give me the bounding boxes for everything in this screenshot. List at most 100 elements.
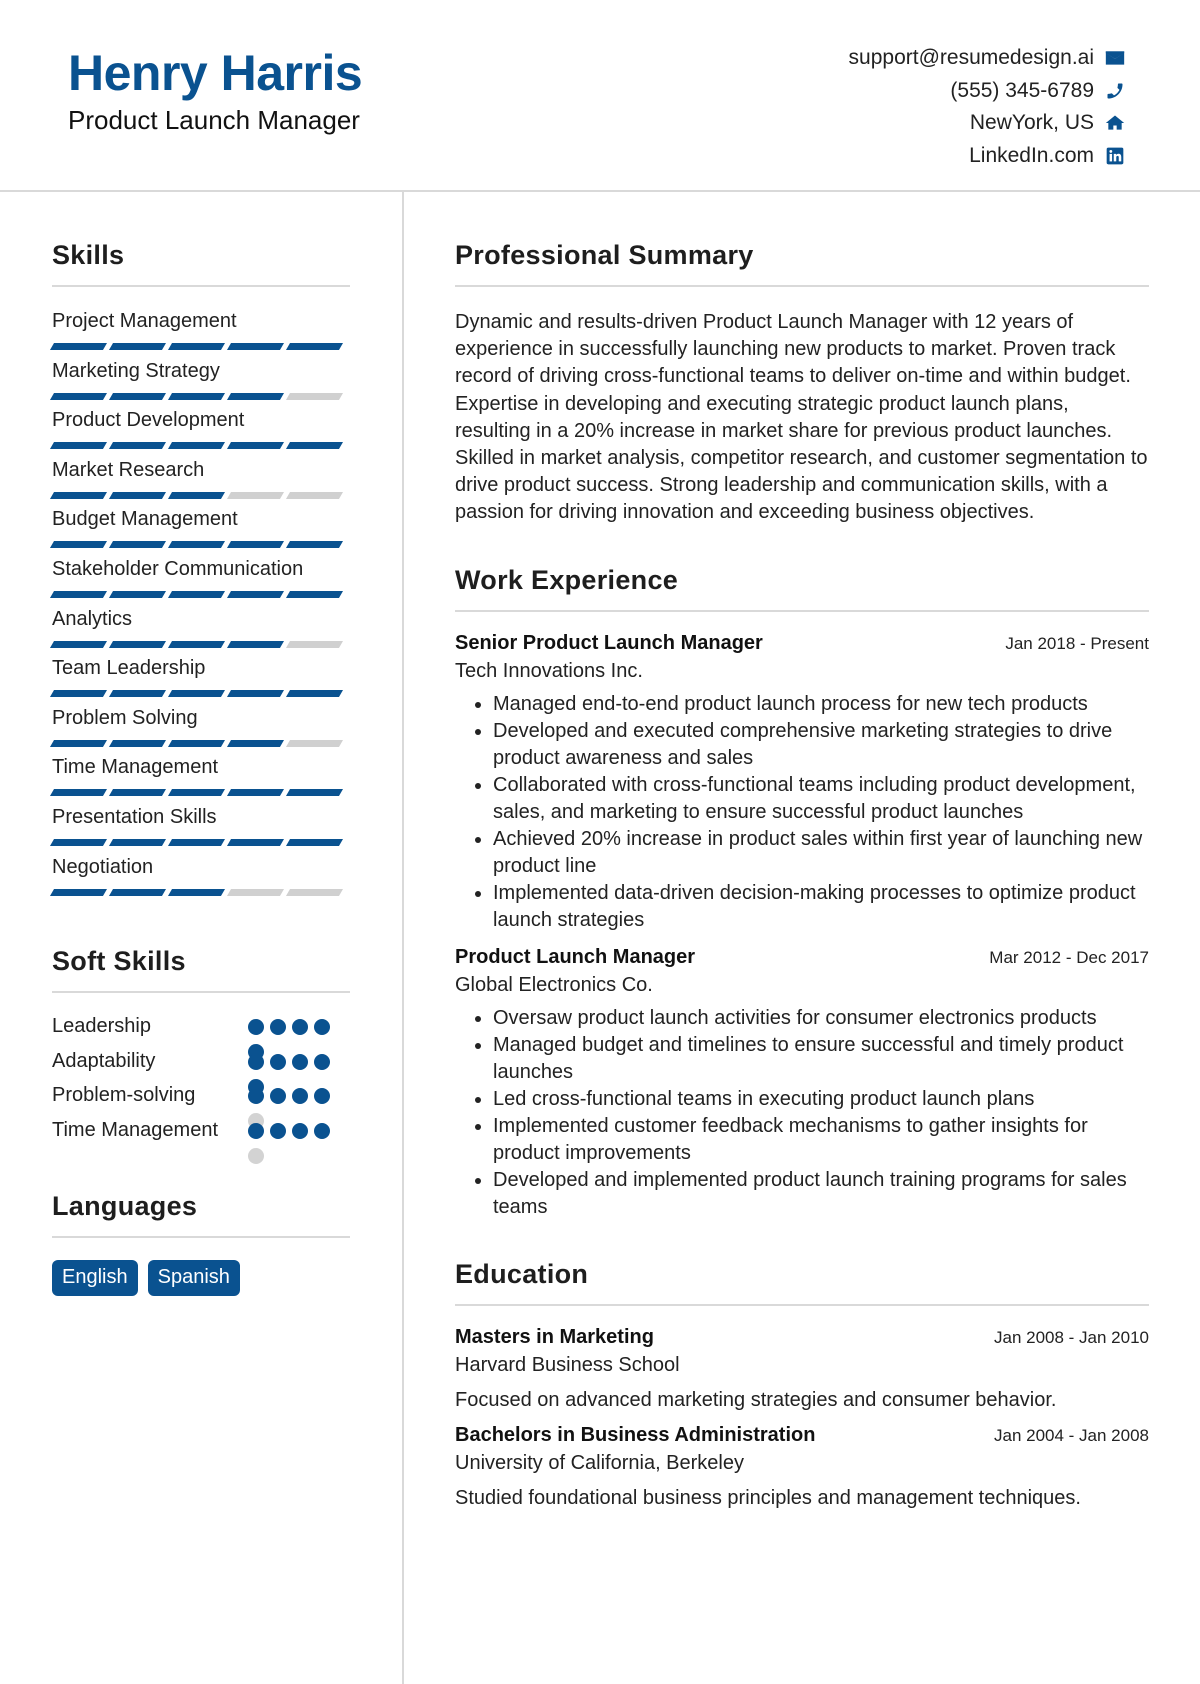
contact-phone-text[interactable]: (555) 345-6789 [950,79,1094,103]
job-entry: Product Launch Manager Mar 2012 - Dec 201… [455,946,1149,1221]
company-name: Tech Innovations Inc. [455,659,643,682]
contact-phone[interactable]: (555) 345-6789 [849,75,1126,108]
summary-heading: Professional Summary [455,240,754,270]
skill-label: Stakeholder Communication [52,557,304,580]
level-segment-filled [226,343,285,350]
rating-dot-empty [248,1147,264,1164]
education-list: Masters in Marketing Jan 2008 - Jan 2010 H… [455,1326,1149,1510]
experience-heading: Work Experience [455,564,679,595]
resume-header: Henry Harris Product Launch Manager supp… [0,0,1200,192]
level-segment-empty [285,491,344,499]
level-segment-filled [285,343,344,350]
level-segment-filled [49,888,108,896]
rating-dot-filled [270,1053,286,1070]
level-segment-filled [49,392,108,400]
skill-level-bar [49,690,350,698]
soft-skill-label: Problem-solving [52,1084,196,1107]
level-segment-filled [49,491,108,499]
skill-item: Team Leadership [49,656,350,706]
job-list: Senior Product Launch Manager Jan 2018 - … [455,632,1149,1221]
soft-skill-item: Adaptability [52,1048,350,1095]
skill-label: Project Management [52,310,237,332]
level-segment-filled [108,541,167,549]
rating-dot-filled [248,1122,264,1139]
rating-dot-filled [292,1053,308,1070]
job-date: Mar 2012 - Dec 2017 [989,947,1149,967]
job-bullet: Developed and implemented product launch… [493,1167,1149,1221]
level-segment-filled [285,590,344,598]
level-segment-filled [226,690,285,698]
level-segment-filled [108,343,167,350]
level-segment-filled [226,739,285,747]
level-segment-filled [285,690,344,698]
experience-section: Work Experience Senior Product Launch Ma… [455,565,1149,1221]
job-bullet: Achieved 20% increase in product sales w… [493,826,1149,880]
level-segment-filled [226,640,285,648]
job-header: Senior Product Launch Manager Jan 2018 - … [455,632,1149,655]
skill-label: Product Development [52,409,245,432]
section-divider [52,991,350,994]
section-divider [455,285,1149,287]
level-segment-filled [108,392,167,400]
job-bullets: Managed end-to-end product launch proces… [455,691,1149,934]
job-title: Product Launch Manager [455,945,696,968]
level-segment-filled [167,640,226,648]
rating-dot-filled [292,1088,308,1105]
language-list: English Spanish [52,1260,350,1297]
linkedin-icon [1104,145,1126,167]
section-divider [455,609,1149,612]
soft-skill-item: Leadership [52,1013,350,1061]
education-section: Education Masters in Marketing Jan 2008 -… [455,1259,1149,1510]
level-segment-empty [285,392,344,400]
level-segment-filled [167,541,226,549]
soft-skills-section: Soft Skills Leadership Adaptability Proble… [52,946,350,1164]
skill-level-bar [49,491,350,499]
level-segment-filled [167,392,226,400]
rating-dot-filled [292,1122,308,1139]
level-segment-filled [167,888,226,896]
level-segment-filled [108,442,167,450]
skill-item: Problem Solving [49,706,350,756]
skill-item: Budget Management [49,507,350,557]
skill-item: Negotiation [49,855,350,905]
contact-email[interactable]: support@resumedesign.ai [849,42,1126,75]
skill-level-bar [49,640,350,648]
soft-skill-item: Time Management [52,1117,350,1164]
contact-email-text[interactable]: support@resumedesign.ai [849,46,1094,70]
section-divider [52,1236,350,1239]
phone-icon [1104,80,1126,102]
school-name: Harvard Business School [455,1353,680,1376]
job-bullet: Oversaw product launch activities for co… [493,1005,1149,1032]
level-segment-filled [285,838,344,846]
skill-level-bar [49,541,350,549]
level-segment-empty [226,888,285,896]
contact-linkedin[interactable]: LinkedIn.com [849,140,1126,173]
level-segment-filled [167,343,226,350]
soft-skill-label: Time Management [52,1118,218,1141]
skill-item: Product Development [49,408,350,458]
rating-dot-filled [314,1122,330,1139]
rating-dot-filled [248,1088,264,1105]
language-pill: Spanish [147,1260,240,1297]
level-segment-filled [167,442,226,450]
job-title: Senior Product Launch Manager [455,631,763,654]
rating-dot-filled [270,1088,286,1105]
rating-dot-filled [314,1053,330,1070]
level-segment-empty [285,739,344,747]
skills-heading: Skills [52,240,125,270]
skill-label: Presentation Skills [52,805,217,828]
skill-label: Market Research [52,458,205,481]
main-content: Professional Summary Dynamic and results… [455,240,1149,1510]
contact-location-text: NewYork, US [969,111,1094,135]
level-segment-filled [226,541,285,549]
section-divider [455,1303,1149,1306]
level-segment-filled [49,541,108,549]
rating-dot-filled [248,1053,264,1070]
languages-section: Languages English Spanish [52,1191,350,1297]
soft-skill-label: Leadership [52,1015,151,1038]
contact-linkedin-text[interactable]: LinkedIn.com [969,144,1094,168]
level-segment-filled [49,789,108,797]
rating-dot-filled [314,1019,330,1036]
degree-title: Bachelors in Business Administration [455,1423,816,1446]
level-segment-filled [226,392,285,400]
